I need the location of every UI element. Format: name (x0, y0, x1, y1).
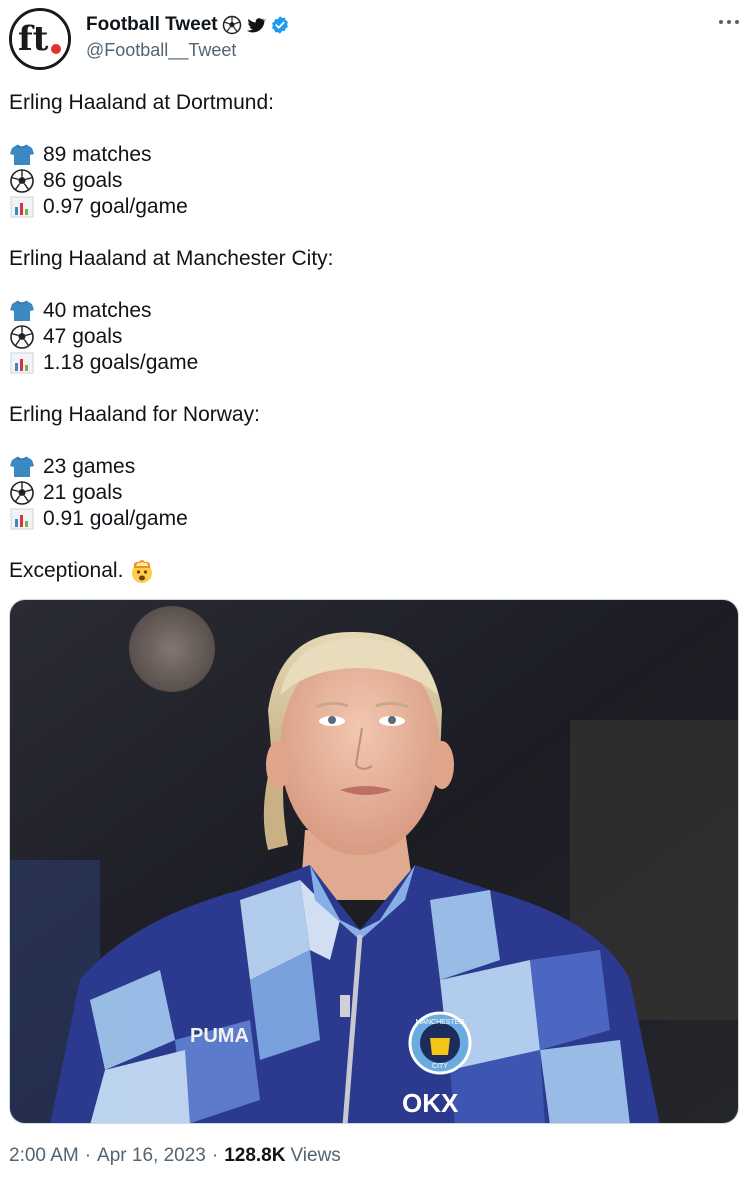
ft-logo-icon: ft (12, 11, 68, 67)
line-text: Erling Haaland for Norway: (9, 403, 260, 426)
shirt-icon (9, 455, 35, 479)
heading-line: Erling Haaland for Norway: (9, 402, 739, 428)
name-row[interactable]: Football Tweet (86, 12, 290, 38)
heading-line: Erling Haaland at Dortmund: (9, 90, 739, 116)
crest-text-bottom: CITY (432, 1063, 448, 1070)
verified-badge-icon (270, 15, 290, 35)
shirt-icon (9, 143, 35, 167)
views-count[interactable]: 128.8K (224, 1145, 285, 1167)
account-handle[interactable]: @Football__Tweet (86, 40, 236, 61)
exploding-head-icon (129, 558, 155, 584)
more-dots-icon (719, 20, 739, 24)
tweet-meta: 2:00 AM · Apr 16, 2023 · 128.8K Views (9, 1145, 341, 1167)
line-spacer (9, 428, 739, 454)
stat-line: 0.97 goal/game (9, 194, 739, 220)
city-crest: MANCHESTER CITY (408, 1011, 472, 1075)
line-text: 86 goals (43, 169, 123, 192)
stat-line: 21 goals (9, 480, 739, 506)
bar-chart-icon (9, 195, 35, 219)
puma-logo: PUMA (190, 1025, 249, 1047)
sponsor-logo: OKX (402, 1088, 459, 1118)
line-text: 89 matches (43, 143, 152, 166)
stat-line: 89 matches (9, 142, 739, 168)
tweet-photo[interactable]: PUMA MANCHESTER CITY OKX (9, 599, 739, 1124)
shirt-icon (9, 299, 35, 323)
soccer-ball-icon (9, 481, 35, 505)
twitter-bird-icon (246, 15, 266, 35)
line-text: 0.91 goal/game (43, 507, 188, 530)
avatar[interactable]: ft (9, 8, 71, 70)
tweet-header: ft Football Tweet @Football__Tweet (0, 0, 750, 80)
line-spacer (9, 376, 739, 402)
line-text: 21 goals (43, 481, 123, 504)
bar-chart-icon (9, 351, 35, 375)
tweet-text: Erling Haaland at Dortmund: 89 matches 86 … (9, 90, 739, 584)
avatar-text: ft (18, 19, 49, 59)
line-text: 47 goals (43, 325, 123, 348)
heading-line: Erling Haaland at Manchester City: (9, 246, 739, 272)
more-options-button[interactable] (712, 8, 746, 36)
stat-line: 0.91 goal/game (9, 506, 739, 532)
line-text: Erling Haaland at Dortmund: (9, 91, 274, 114)
line-text: 40 matches (43, 299, 152, 322)
stat-line: 86 goals (9, 168, 739, 194)
soccer-ball-icon (9, 169, 35, 193)
line-spacer (9, 532, 739, 558)
stat-line: 1.18 goals/game (9, 350, 739, 376)
line-spacer (9, 220, 739, 246)
line-spacer (9, 116, 739, 142)
separator-dot: · (84, 1145, 92, 1166)
bokeh-light (129, 606, 215, 692)
stat-line: 40 matches (9, 298, 739, 324)
stat-line: 23 games (9, 454, 739, 480)
crest-text-top: MANCHESTER (415, 1019, 464, 1026)
soccer-ball-icon (9, 325, 35, 349)
line-text: Exceptional. (9, 559, 124, 582)
stat-line: 47 goals (9, 324, 739, 350)
line-spacer (9, 272, 739, 298)
line-text: Erling Haaland at Manchester City: (9, 247, 334, 270)
bar-chart-icon (9, 507, 35, 531)
display-name[interactable]: Football Tweet (86, 14, 218, 36)
tweet-date[interactable]: Apr 16, 2023 (97, 1145, 206, 1167)
line-text: 1.18 goals/game (43, 351, 199, 374)
player-photo: PUMA MANCHESTER CITY OKX (10, 600, 738, 1123)
line-text: 23 games (43, 455, 136, 478)
soccer-ball-icon (222, 15, 242, 35)
tweet-time[interactable]: 2:00 AM (9, 1145, 79, 1167)
closing-line: Exceptional. (9, 558, 739, 584)
separator-dot: · (211, 1145, 219, 1166)
line-text: 0.97 goal/game (43, 195, 188, 218)
views-label[interactable]: Views (290, 1145, 340, 1167)
